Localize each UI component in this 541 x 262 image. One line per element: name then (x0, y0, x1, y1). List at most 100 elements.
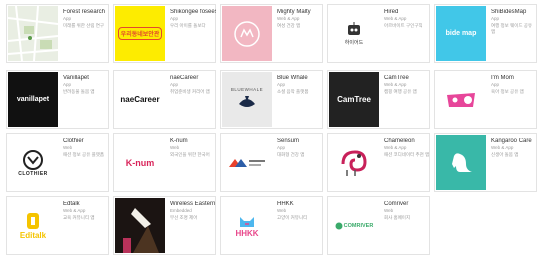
app-description: 무선 조명 제어 (170, 215, 198, 220)
hhkk-logo-thumbnail: HHKK (222, 198, 272, 253)
app-description: 취업준비생 커리어 앱 (170, 89, 210, 94)
comriver-logo-thumbnail: COMRIVER (329, 198, 379, 253)
app-description: 여성 건강 앱 (277, 23, 301, 28)
naecareer-logo-thumbnail: naeCareer (115, 72, 165, 127)
app-card-camtree[interactable]: CamTree CamTree Web & App 캠핑 여행 공유 앱 (327, 70, 430, 129)
knum-logo-thumbnail: K-num (115, 135, 165, 190)
app-card-hhkk[interactable]: HHKK HHKK Web 고양이 커뮤니티 (220, 196, 323, 255)
app-description: 패션 코디네이터 추천 앱 (384, 152, 430, 157)
shikongee-logo: 우리동네보안관 (117, 27, 163, 40)
app-name: naeCareer (170, 75, 199, 81)
app-type: App (63, 16, 72, 21)
app-name: Vanillapet (63, 75, 89, 81)
app-type: Web (170, 145, 180, 150)
app-description: 외국인을 위한 한국어 (170, 152, 210, 157)
bluewhale-logo-thumbnail: BLUEWHALE (222, 72, 272, 127)
app-card-knum[interactable]: K-num K-num Web 외국인을 위한 한국어 (113, 133, 216, 192)
bidemap-logo: bide map (445, 30, 477, 37)
app-card-mighty-malty[interactable]: Mighty Malty Web & App 여성 건강 앱 (220, 4, 323, 63)
comriver-mark-icon (335, 222, 343, 229)
app-name: Sensum (277, 138, 300, 144)
app-type: Web & App (63, 208, 86, 213)
vanillapet-logo-thumbnail: vanillapet (8, 72, 58, 127)
app-type: App (491, 82, 500, 87)
app-description: 캠핑 여행 공유 앱 (384, 89, 417, 94)
edtalk-logo: Editalk (19, 231, 47, 240)
app-type: App (277, 145, 286, 150)
app-name: Comriver (384, 201, 409, 207)
app-type: Web & App (384, 16, 407, 21)
hired-logo: 하이어드 (344, 40, 364, 46)
app-description: 아르바이트 구인구직 (384, 23, 423, 28)
edtalk-logo-thumbnail: Editalk (8, 198, 58, 253)
app-card-hired[interactable]: 하이어드 Hired Web & App 아르바이트 구인구직 (327, 4, 430, 63)
app-name: Mighty Malty (277, 9, 311, 15)
app-card-comriver[interactable]: COMRIVER Comriver Web 회사 홈페이지 (327, 196, 430, 255)
app-name: ShiBidesMap (491, 9, 527, 15)
sensum-logo-thumbnail (222, 135, 272, 190)
app-name: Hired (384, 9, 399, 15)
app-type: Web (63, 145, 73, 150)
app-card-blue-whale[interactable]: BLUEWHALE Blue Whale App 소셜 음악 플랫폼 (220, 70, 323, 129)
yellow-logo-thumbnail: 우리동네보안관 (115, 6, 165, 61)
app-card-edtalk[interactable]: Editalk Edtalk Web & App 교육 커뮤니티 앱 (6, 196, 109, 255)
map-logo-thumbnail: bide map (436, 6, 486, 61)
clothier-logo-thumbnail: CLOTHIER (8, 135, 58, 190)
app-description: 회사 홈페이지 (384, 215, 411, 220)
app-type: App (170, 82, 179, 87)
app-type: Web & App (384, 82, 407, 87)
app-description: 대화형 건강 앱 (277, 152, 305, 157)
app-card-clothier[interactable]: CLOTHIER Clothier Web 패션 정보 공유 플랫폼 (6, 133, 109, 192)
immom-logo-thumbnail (436, 72, 486, 127)
app-name: Blue Whale (277, 75, 308, 81)
naecareer-logo: naeCareer (120, 95, 160, 104)
app-card-sensum[interactable]: Sensum App 대화형 건강 앱 (220, 133, 323, 192)
app-name: Chameleon (384, 138, 415, 144)
app-description: 신생아 돌봄 앱 (491, 152, 519, 157)
app-type: Embedded (170, 208, 192, 213)
app-card-im-mom[interactable]: I'm Mom App 육아 정보 공유 앱 (434, 70, 537, 129)
map-thumbnail (8, 6, 58, 61)
app-card-kangaroo-care[interactable]: Kangaroo Care Web & App 신생아 돌봄 앱 (434, 133, 537, 192)
app-description: 교육 커뮤니티 앱 (63, 215, 95, 220)
app-description: 여행 정보 웨이드 공유 앱 (491, 23, 533, 34)
pink-circle-logo-thumbnail (222, 6, 272, 61)
knum-logo: K-num (125, 157, 155, 168)
app-type: App (277, 82, 286, 87)
app-type: Web & App (277, 16, 300, 21)
kangaroo-logo-thumbnail (436, 135, 486, 190)
app-description: 소셜 음악 플랫폼 (277, 89, 309, 94)
app-name: Kangaroo Care (491, 138, 532, 144)
app-description: 미래를 위한 산림 연구 (63, 23, 105, 28)
app-name: K-num (170, 138, 188, 144)
app-portfolio-grid: Forest research App 미래를 위한 산림 연구 우리동네보안관… (0, 0, 541, 262)
comriver-logo: COMRIVER (343, 222, 374, 229)
robot-logo-thumbnail: 하이어드 (329, 6, 379, 61)
app-type: App (491, 16, 500, 21)
app-name: CamTree (384, 75, 409, 81)
vanillapet-logo: vanillapet (16, 96, 50, 103)
app-card-naecareer[interactable]: naeCareer naeCareer App 취업준비생 커리어 앱 (113, 70, 216, 129)
app-card-forest-research[interactable]: Forest research App 미래를 위한 산림 연구 (6, 4, 109, 63)
chameleon-logo-thumbnail (329, 135, 379, 190)
app-name: Shikongee fosees (170, 9, 216, 15)
app-card-shibidesmap[interactable]: bide map ShiBidesMap App 여행 정보 웨이드 공유 앱 (434, 4, 537, 63)
app-card-wireless-eastern[interactable]: Wireless Eastern Embedded 무선 조명 제어 (113, 196, 216, 255)
app-description: 고양이 커뮤니티 (277, 215, 308, 220)
app-card-vanillapet[interactable]: vanillapet Vanillapet App 반려동물 돌봄 앱 (6, 70, 109, 129)
app-type: App (63, 82, 72, 87)
app-description: 육아 정보 공유 앱 (491, 89, 524, 94)
lamp-thumbnail (115, 198, 165, 253)
app-description: 우리 아이를 돌보다 (170, 23, 206, 28)
app-card-shikongee[interactable]: 우리동네보안관 Shikongee fosees App 우리 아이를 돌보다 (113, 4, 216, 63)
app-name: Forest research (63, 9, 106, 15)
app-description: 반려동물 돌봄 앱 (63, 89, 95, 94)
app-card-chameleon[interactable]: Chameleon Web & App 패션 코디네이터 추천 앱 (327, 133, 430, 192)
hhkk-logo: HHKK (235, 229, 259, 238)
app-description: 패션 정보 공유 플랫폼 (63, 152, 105, 157)
app-name: I'm Mom (491, 75, 514, 81)
app-name: HHKK (277, 201, 294, 207)
app-name: Clothier (63, 138, 84, 144)
app-type: Web (277, 208, 287, 213)
app-type: Web & App (491, 145, 514, 150)
